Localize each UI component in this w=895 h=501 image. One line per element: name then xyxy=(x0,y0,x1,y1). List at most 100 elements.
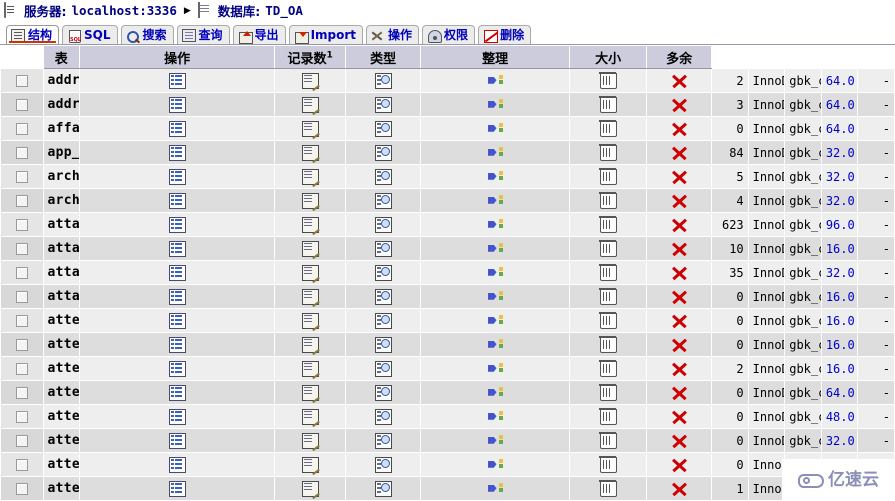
row-checkbox[interactable] xyxy=(15,411,28,423)
structure-icon[interactable] xyxy=(301,120,319,137)
drop-icon[interactable] xyxy=(672,170,687,184)
table-name-cell[interactable]: attend_duty xyxy=(42,380,81,405)
structure-icon[interactable] xyxy=(301,360,319,377)
structure-icon[interactable] xyxy=(301,192,319,209)
action-empty[interactable] xyxy=(569,212,648,237)
browse-icon[interactable] xyxy=(168,456,186,473)
action-browse[interactable] xyxy=(79,164,276,189)
row-checkbox[interactable] xyxy=(15,315,28,327)
browse-icon[interactable] xyxy=(168,240,186,257)
col-header-records[interactable]: 记录数1 xyxy=(274,45,347,69)
action-search[interactable] xyxy=(345,332,422,357)
row-checkbox[interactable] xyxy=(15,171,28,183)
drop-icon[interactable] xyxy=(672,434,687,448)
insert-icon[interactable] xyxy=(488,218,503,232)
tab-export[interactable]: 导出 xyxy=(232,25,286,44)
empty-icon[interactable] xyxy=(598,455,617,473)
row-select-cell[interactable] xyxy=(0,308,44,333)
row-checkbox[interactable] xyxy=(15,219,28,231)
row-checkbox[interactable] xyxy=(15,435,28,447)
browse-icon[interactable] xyxy=(168,408,186,425)
action-insert[interactable] xyxy=(420,452,571,477)
row-select-cell[interactable] xyxy=(0,356,44,381)
action-structure[interactable] xyxy=(274,164,347,189)
row-select-cell[interactable] xyxy=(0,140,44,165)
action-insert[interactable] xyxy=(420,284,571,309)
browse-icon[interactable] xyxy=(168,96,186,113)
tab-structure[interactable]: 结构 xyxy=(6,25,60,44)
browse-icon[interactable] xyxy=(168,72,186,89)
action-insert[interactable] xyxy=(420,476,571,501)
action-drop[interactable] xyxy=(646,356,713,381)
insert-icon[interactable] xyxy=(488,266,503,280)
browse-icon[interactable] xyxy=(168,432,186,449)
action-empty[interactable] xyxy=(569,332,648,357)
tab-query[interactable]: 查询 xyxy=(176,25,230,44)
browse-icon[interactable] xyxy=(168,288,186,305)
drop-icon[interactable] xyxy=(672,122,687,136)
action-structure[interactable] xyxy=(274,476,347,501)
action-search[interactable] xyxy=(345,116,422,141)
structure-icon[interactable] xyxy=(301,240,319,257)
drop-icon[interactable] xyxy=(672,74,687,88)
action-browse[interactable] xyxy=(79,212,276,237)
insert-icon[interactable] xyxy=(488,482,503,496)
empty-icon[interactable] xyxy=(598,239,617,257)
action-search[interactable] xyxy=(345,92,422,117)
search-icon[interactable] xyxy=(374,432,392,449)
action-drop[interactable] xyxy=(646,476,713,501)
action-structure[interactable] xyxy=(274,404,347,429)
action-browse[interactable] xyxy=(79,188,276,213)
row-select-cell[interactable] xyxy=(0,164,44,189)
action-drop[interactable] xyxy=(646,380,713,405)
search-icon[interactable] xyxy=(374,360,392,377)
table-name-cell[interactable]: attachment_edit xyxy=(42,236,81,261)
drop-icon[interactable] xyxy=(672,218,687,232)
browse-icon[interactable] xyxy=(168,264,186,281)
action-structure[interactable] xyxy=(274,380,347,405)
empty-icon[interactable] xyxy=(598,479,617,497)
drop-icon[interactable] xyxy=(672,314,687,328)
action-search[interactable] xyxy=(345,380,422,405)
action-structure[interactable] xyxy=(274,260,347,285)
action-search[interactable] xyxy=(345,476,422,501)
drop-icon[interactable] xyxy=(672,290,687,304)
action-structure[interactable] xyxy=(274,92,347,117)
drop-icon[interactable] xyxy=(672,338,687,352)
action-structure[interactable] xyxy=(274,188,347,213)
action-drop[interactable] xyxy=(646,332,713,357)
structure-icon[interactable] xyxy=(301,336,319,353)
action-drop[interactable] xyxy=(646,260,713,285)
empty-icon[interactable] xyxy=(598,263,617,281)
action-drop[interactable] xyxy=(646,428,713,453)
table-name-cell[interactable]: address xyxy=(42,68,81,93)
action-browse[interactable] xyxy=(79,428,276,453)
action-structure[interactable] xyxy=(274,236,347,261)
search-icon[interactable] xyxy=(374,240,392,257)
insert-icon[interactable] xyxy=(488,458,503,472)
col-header-name[interactable]: 表 xyxy=(42,45,81,69)
table-name-cell[interactable]: attachment_module xyxy=(42,260,81,285)
insert-icon[interactable] xyxy=(488,242,503,256)
row-select-cell[interactable] xyxy=(0,68,44,93)
insert-icon[interactable] xyxy=(488,290,503,304)
row-checkbox[interactable] xyxy=(15,363,28,375)
search-icon[interactable] xyxy=(374,456,392,473)
row-select-cell[interactable] xyxy=(0,380,44,405)
action-structure[interactable] xyxy=(274,356,347,381)
tab-privileges[interactable]: 权限 xyxy=(422,25,476,44)
browse-icon[interactable] xyxy=(168,336,186,353)
action-structure[interactable] xyxy=(274,308,347,333)
action-empty[interactable] xyxy=(569,356,648,381)
action-empty[interactable] xyxy=(569,284,648,309)
structure-icon[interactable] xyxy=(301,264,319,281)
empty-icon[interactable] xyxy=(598,95,617,113)
structure-icon[interactable] xyxy=(301,408,319,425)
action-structure[interactable] xyxy=(274,452,347,477)
action-browse[interactable] xyxy=(79,404,276,429)
browse-icon[interactable] xyxy=(168,360,186,377)
search-icon[interactable] xyxy=(374,264,392,281)
action-insert[interactable] xyxy=(420,116,571,141)
empty-icon[interactable] xyxy=(598,191,617,209)
server-value[interactable]: localhost:3336 xyxy=(72,3,177,18)
